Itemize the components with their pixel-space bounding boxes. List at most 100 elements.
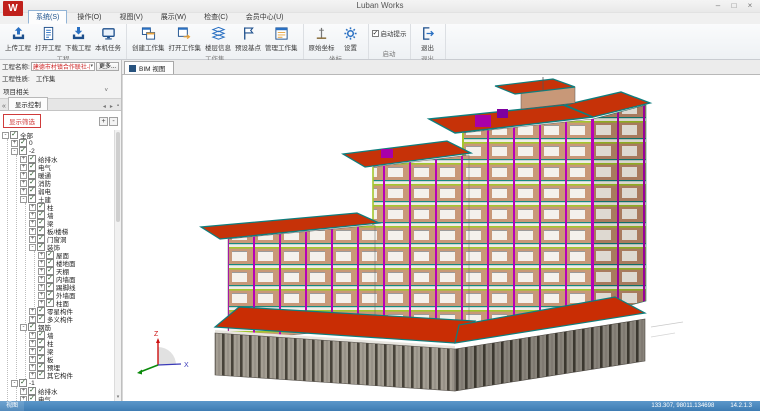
expand-node-icon[interactable]: + — [20, 188, 27, 195]
tree-scrollbar[interactable]: ▾ — [114, 130, 121, 401]
menu-item[interactable]: 视图(V) — [111, 10, 150, 24]
tab-scroll-right-icon[interactable]: ▸ — [108, 103, 115, 110]
tree-node[interactable]: +✓0 — [11, 139, 113, 147]
ribbon-button[interactable]: 下载工程 — [63, 25, 93, 52]
tree-node-checkbox[interactable]: ✓ — [19, 147, 27, 155]
startup-tip-checkbox[interactable]: ✓启动提示 — [372, 28, 407, 38]
tree-node-checkbox[interactable]: ✓ — [37, 219, 45, 227]
tree-node[interactable]: +✓其它构件 — [29, 371, 113, 379]
tree-node-checkbox[interactable]: ✓ — [37, 307, 45, 315]
menu-item[interactable]: 系统(S) — [28, 10, 67, 24]
tree-node-checkbox[interactable]: ✓ — [28, 387, 36, 395]
tree-node-checkbox[interactable]: ✓ — [28, 155, 36, 163]
expand-node-icon[interactable]: + — [38, 284, 45, 291]
tree-node[interactable]: +✓梁 — [29, 347, 113, 355]
tree-node[interactable]: +✓墙 — [29, 331, 113, 339]
ribbon-button[interactable]: 打开工程 — [33, 25, 63, 52]
tree-node[interactable]: +✓板/楼梯 — [29, 227, 113, 235]
collapse-node-icon[interactable]: - — [20, 324, 27, 331]
expand-node-icon[interactable]: + — [20, 156, 27, 163]
project-related-section[interactable]: 项目相关 ˅ — [0, 84, 121, 98]
collapse-node-icon[interactable]: - — [29, 244, 36, 251]
tree-node-checkbox[interactable]: ✓ — [46, 275, 54, 283]
ribbon-button[interactable]: 本机任务 — [93, 25, 123, 52]
tree-node-checkbox[interactable]: ✓ — [37, 355, 45, 363]
tree-node[interactable]: -✓土建 — [20, 195, 113, 203]
project-name-select[interactable]: 建德市村镇合作联社-施工模型 ▾ — [31, 62, 95, 71]
collapse-node-icon[interactable]: - — [2, 132, 9, 139]
ribbon-button[interactable]: 预设基点 — [233, 25, 263, 52]
expand-node-icon[interactable]: + — [20, 172, 27, 179]
close-button[interactable]: × — [742, 0, 758, 12]
expand-node-icon[interactable]: + — [29, 348, 36, 355]
tree-node-checkbox[interactable]: ✓ — [28, 323, 36, 331]
tree-node[interactable]: -✓钢筋 — [20, 323, 113, 331]
tree-node[interactable]: +✓门窗洞 — [29, 235, 113, 243]
tree-node-checkbox[interactable]: ✓ — [28, 195, 36, 203]
expand-node-icon[interactable]: + — [38, 276, 45, 283]
tree-node-checkbox[interactable]: ✓ — [28, 171, 36, 179]
tree-node-checkbox[interactable]: ✓ — [37, 203, 45, 211]
expand-node-icon[interactable]: + — [29, 316, 36, 323]
expand-node-icon[interactable]: + — [20, 180, 27, 187]
tree-node[interactable]: +✓暖通 — [20, 171, 113, 179]
tree-node[interactable]: +✓天棚 — [38, 267, 113, 275]
expand-node-icon[interactable]: + — [29, 356, 36, 363]
expand-node-icon[interactable]: + — [29, 220, 36, 227]
expand-node-icon[interactable]: + — [38, 260, 45, 267]
tree-node-checkbox[interactable]: ✓ — [37, 227, 45, 235]
tree-node-checkbox[interactable]: ✓ — [46, 291, 54, 299]
tree-node-checkbox[interactable]: ✓ — [28, 179, 36, 187]
expand-node-icon[interactable]: + — [29, 228, 36, 235]
tree-node[interactable]: +✓弱电 — [20, 187, 113, 195]
tree-node-checkbox[interactable]: ✓ — [37, 363, 45, 371]
tree-node[interactable]: +✓梁 — [29, 219, 113, 227]
tree-node[interactable]: -✓全部 — [2, 131, 113, 139]
more-button[interactable]: 更多... — [96, 62, 119, 71]
expand-node-icon[interactable]: + — [38, 268, 45, 275]
collapse-node-icon[interactable]: - — [11, 380, 18, 387]
tree-node-checkbox[interactable]: ✓ — [37, 347, 45, 355]
maximize-button[interactable]: □ — [726, 0, 742, 12]
display-filter-button[interactable]: 显示筛选 — [3, 114, 41, 128]
expand-node-icon[interactable]: + — [29, 212, 36, 219]
tree-node-checkbox[interactable]: ✓ — [37, 211, 45, 219]
expand-node-icon[interactable]: + — [29, 340, 36, 347]
expand-node-icon[interactable]: + — [20, 388, 27, 395]
ribbon-button[interactable]: 创建工作集 — [130, 25, 167, 52]
expand-all-button[interactable]: + — [99, 117, 108, 126]
tree-node[interactable]: +✓柱 — [29, 203, 113, 211]
menu-item[interactable]: 展示(W) — [153, 10, 194, 24]
expand-node-icon[interactable]: + — [38, 252, 45, 259]
tree-node-checkbox[interactable]: ✓ — [37, 243, 45, 251]
tree-node[interactable]: +✓内墙面 — [38, 275, 113, 283]
expand-node-icon[interactable]: + — [11, 140, 18, 147]
tab-bim-view[interactable]: BIM 视图 — [124, 61, 174, 74]
minimize-button[interactable]: – — [710, 0, 726, 12]
tree-node-checkbox[interactable]: ✓ — [46, 259, 54, 267]
tab-display-control[interactable]: 显示控制 — [8, 97, 48, 110]
expand-node-icon[interactable]: + — [38, 300, 45, 307]
tree-node-checkbox[interactable]: ✓ — [46, 267, 54, 275]
pin-icon[interactable]: ▪ — [115, 103, 121, 110]
expand-node-icon[interactable]: + — [29, 332, 36, 339]
tree-node-checkbox[interactable]: ✓ — [10, 131, 18, 139]
tree-node[interactable]: +✓楼地面 — [38, 259, 113, 267]
expand-node-icon[interactable]: + — [29, 308, 36, 315]
tree-node[interactable]: +✓柱 — [29, 339, 113, 347]
bim-viewport[interactable]: Z X — [122, 75, 760, 401]
tree-node[interactable]: +✓踢脚线 — [38, 283, 113, 291]
ribbon-button[interactable]: 打开工作集 — [167, 25, 204, 52]
expand-node-icon[interactable]: + — [29, 364, 36, 371]
tree-node[interactable]: +✓消防 — [20, 179, 113, 187]
collapse-all-button[interactable]: - — [109, 117, 118, 126]
tree-node-checkbox[interactable]: ✓ — [19, 139, 27, 147]
ribbon-button[interactable]: 退出 — [414, 25, 442, 52]
tab-scroll-left-icon[interactable]: ◂ — [101, 103, 108, 110]
tree-node-checkbox[interactable]: ✓ — [46, 283, 54, 291]
expand-node-icon[interactable]: + — [38, 292, 45, 299]
tree-node-checkbox[interactable]: ✓ — [37, 331, 45, 339]
tree-node[interactable]: -✓-1 — [11, 379, 113, 387]
menu-item[interactable]: 会员中心(U) — [238, 10, 292, 24]
tree-node[interactable]: +✓外墙面 — [38, 291, 113, 299]
